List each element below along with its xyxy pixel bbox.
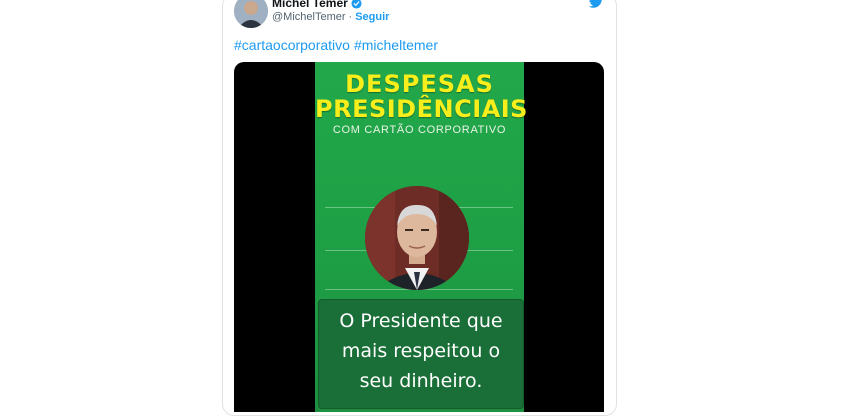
video-frame: DESPESAS PRESIDÊNCIAIS COM CARTÃO CORPOR… [315,62,528,412]
media-subtitle: COM CARTÃO CORPORATIVO [332,124,507,136]
follow-button[interactable]: Seguir [355,11,389,23]
hashtag-list: #cartaocorporativo #micheltemer [234,37,442,53]
caption-line: seu dinheiro. [359,370,483,392]
author-handle[interactable]: @MichelTemer [272,11,346,23]
twitter-bird-icon[interactable] [588,0,604,10]
separator-dot: · [348,11,353,23]
caption-box: O Presidente que mais respeitou o seu di… [318,299,524,409]
video-media[interactable]: DESPESAS PRESIDÊNCIAIS COM CARTÃO CORPOR… [234,62,604,412]
caption-line: mais respeitou o [341,340,501,362]
verified-badge-icon [351,0,362,9]
media-title-line2: PRESIDÊNCIAIS [315,95,528,123]
president-portrait [365,186,469,290]
hashtag-link[interactable]: #cartaocorporativo [234,37,350,53]
hashtag-link[interactable]: #micheltemer [354,37,438,53]
author-name[interactable]: Michel Temer [272,0,348,10]
caption-line: O Presidente que [339,310,503,332]
media-title-line1: DESPESAS [345,70,494,98]
